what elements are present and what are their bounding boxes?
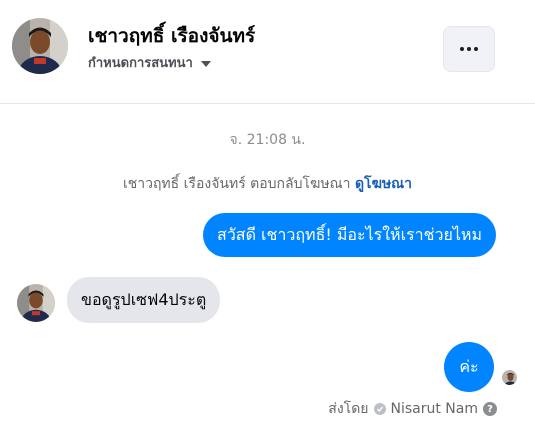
check-circle-icon [373,403,386,415]
ad-reply-text: เชาวฤทธิ์ เรืองจันทร์ ตอบกลับโฆษณา [122,176,351,192]
manage-conversation-label: กำหนดการสนทนา [88,56,193,71]
ad-reply-notice: เชาวฤทธิ์ เรืองจันทร์ ตอบกลับโฆษณา ดูโฆษ… [0,173,535,195]
sent-by-info: ส่งโดย Nisarut Nam ? [328,398,497,420]
sender-name: Nisarut Nam [390,401,479,417]
manage-conversation-dropdown[interactable]: กำหนดการสนทนา [88,52,211,73]
conversation-header: เชาวฤทธิ์ เรืองจันทร์ กำหนดการสนทนา [0,0,535,104]
contact-avatar-small[interactable] [17,284,55,322]
seen-by-avatar [501,369,518,386]
incoming-message-bubble[interactable]: ขอดูรูปเซฟ4ประตู [67,277,221,323]
message-timestamp: จ. 21:08 น. [229,132,306,148]
more-horizontal-icon [460,47,478,51]
outgoing-message-bubble[interactable]: ค่ะ [444,342,494,392]
more-options-button[interactable] [443,26,495,72]
outgoing-message-bubble[interactable]: สวัสดี เชาวฤทธิ์! มีอะไรให้เราช่วยไหม [203,213,496,257]
contact-avatar[interactable] [12,18,68,74]
contact-name[interactable]: เชาวฤทธิ์ เรืองจันทร์ [88,21,255,51]
sent-by-label: ส่งโดย [328,401,369,417]
caret-down-icon [200,60,211,67]
help-icon[interactable]: ? [483,402,497,416]
view-ad-link[interactable]: ดูโฆษณา [355,176,412,192]
